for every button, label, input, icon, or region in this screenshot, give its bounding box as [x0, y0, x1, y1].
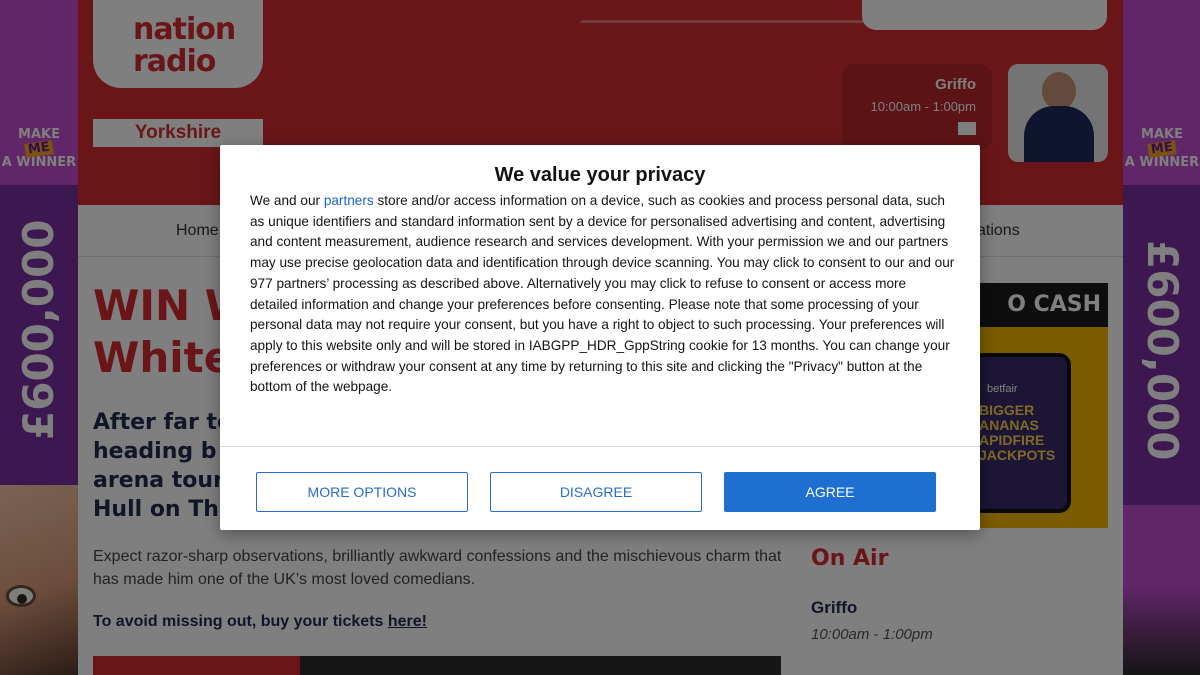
privacy-consent-dialog: We value your privacy We and our partner… [220, 145, 980, 530]
body-text: We and our [250, 193, 324, 208]
dialog-divider [220, 446, 980, 447]
dialog-title: We value your privacy [494, 164, 706, 186]
disagree-button[interactable]: DISAGREE [490, 472, 702, 512]
dialog-body: We and our partners store and/or access … [250, 191, 955, 398]
more-options-button[interactable]: MORE OPTIONS [256, 472, 468, 512]
partners-link[interactable]: partners [324, 193, 374, 208]
agree-button[interactable]: AGREE [724, 472, 936, 512]
body-text-cont: store and/or access information on a dev… [250, 193, 955, 395]
